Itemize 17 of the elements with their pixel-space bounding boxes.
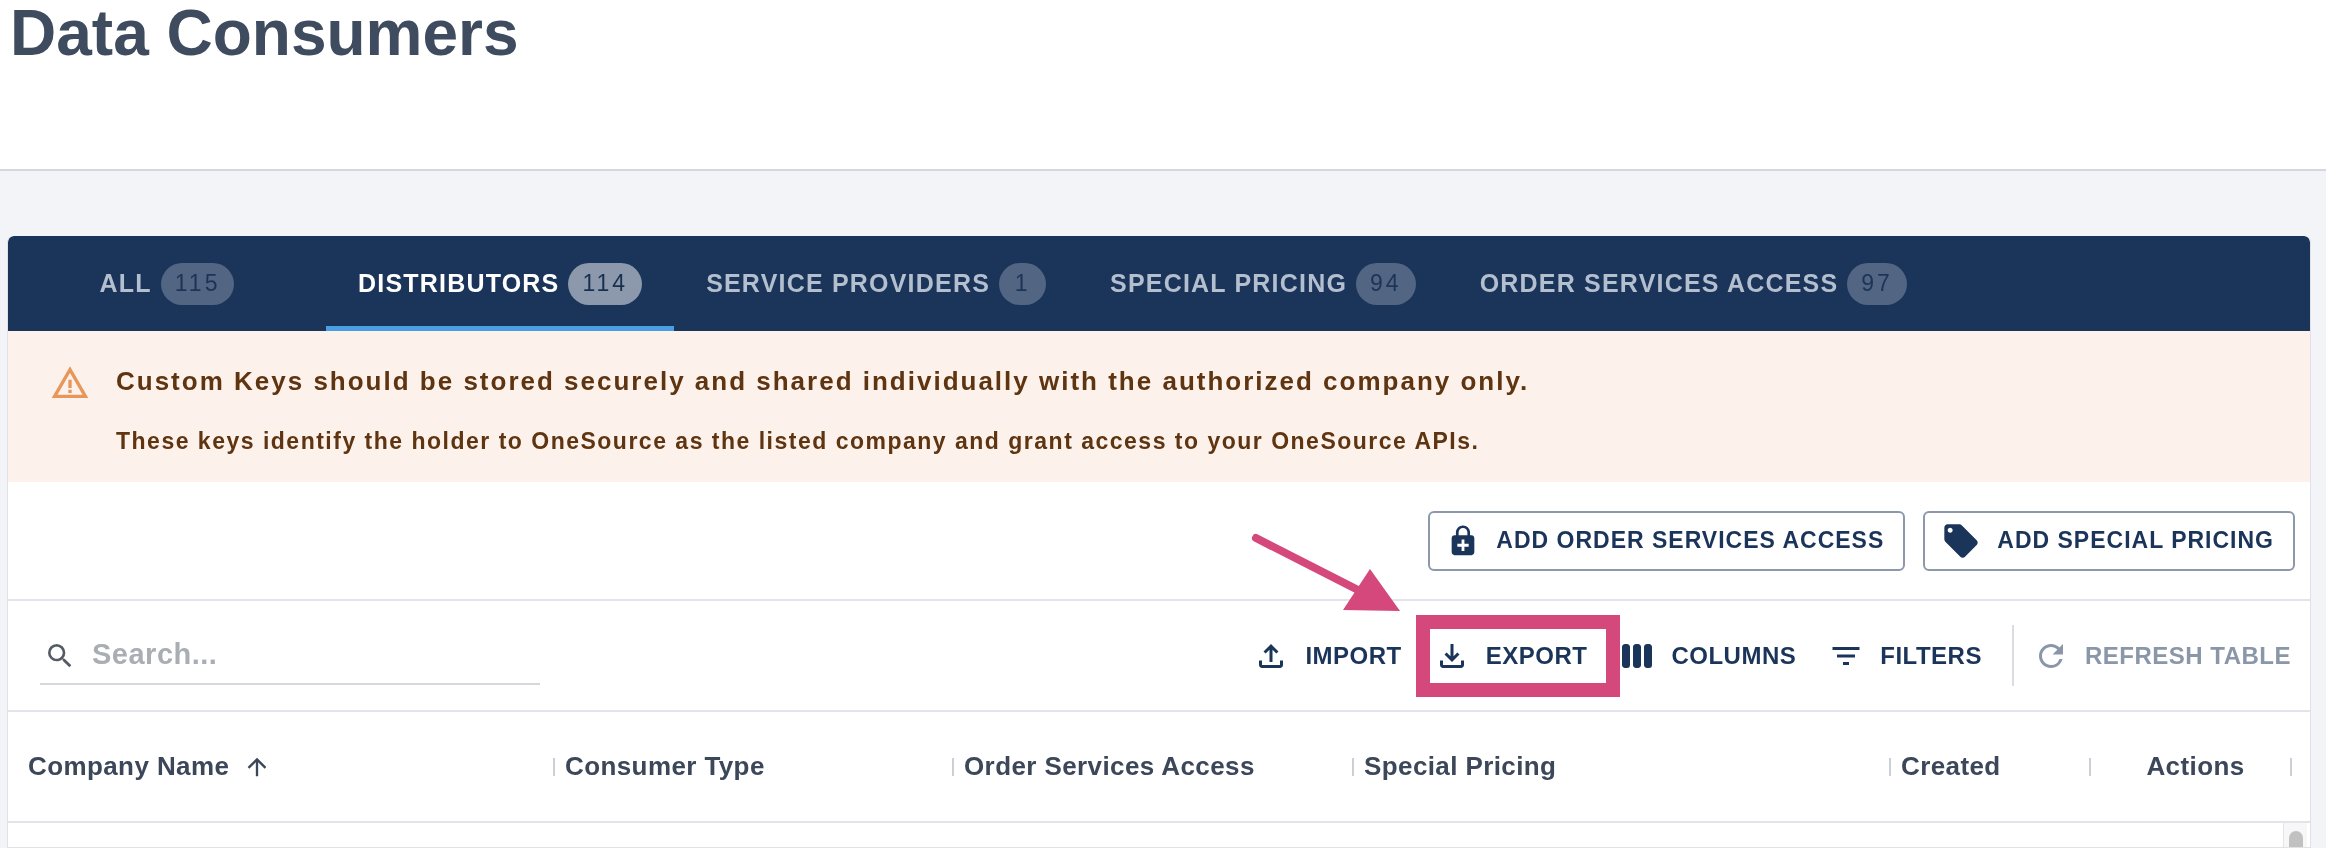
column-header[interactable]: Actions [2091, 712, 2292, 821]
columns-button[interactable]: COLUMNS [1613, 631, 1803, 680]
column-header[interactable]: Order Services Access [954, 712, 1354, 821]
column-header[interactable]: Consumer Type [555, 712, 954, 821]
add-access-button[interactable]: ADD ORDER SERVICES ACCESS [1428, 510, 1906, 571]
column-header[interactable]: Created [1891, 712, 2091, 821]
add-pricing-button[interactable]: ADD SPECIAL PRICING [1923, 510, 2295, 571]
search-field[interactable]: Search... [40, 626, 540, 685]
import-button[interactable]: IMPORT [1247, 631, 1408, 680]
page-title: Data Consumers [9, 0, 519, 66]
filters-button[interactable]: FILTERS [1822, 631, 1988, 680]
banner-message: These keys identify the holder to OneSource as the listed company and grant access to your OneSource APIs. [116, 427, 1481, 456]
column-header[interactable]: Company Name [8, 712, 555, 821]
export-button[interactable]: EXPORT [1427, 631, 1594, 680]
count-badge: 114 [568, 262, 643, 305]
banner-title: Custom Keys should be stored securely and shared individually with the authorized company only. [116, 366, 1530, 396]
column-header[interactable]: Special Pricing [1354, 712, 1891, 821]
